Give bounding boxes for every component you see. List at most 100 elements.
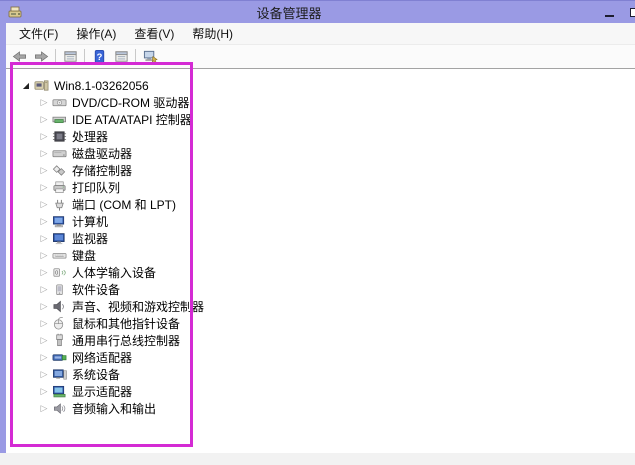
back-arrow-icon bbox=[12, 51, 26, 62]
expand-icon[interactable]: ▷ bbox=[38, 162, 50, 179]
ide-controller-icon bbox=[52, 112, 68, 127]
tree-root-item[interactable]: ◢ Win8.1-03262056 bbox=[6, 77, 635, 94]
expand-icon[interactable]: ▷ bbox=[38, 179, 50, 196]
computer-root-icon bbox=[34, 78, 50, 93]
tree-item[interactable]: ▷ 声音、视频和游戏控制器 bbox=[6, 298, 635, 315]
tree-item-label: DVD/CD-ROM 驱动器 bbox=[72, 96, 190, 110]
serial-port-icon bbox=[52, 197, 68, 212]
svg-text:0: 0 bbox=[55, 271, 58, 277]
tree-item[interactable]: ▷ 音频输入和输出 bbox=[6, 400, 635, 417]
tree-item-label: 通用串行总线控制器 bbox=[72, 334, 181, 348]
svg-text:?: ? bbox=[96, 52, 102, 62]
network-adapter-icon bbox=[52, 350, 68, 365]
tree-item[interactable]: ▷ 鼠标和其他指针设备 bbox=[6, 315, 635, 332]
dvd-drive-icon bbox=[52, 95, 68, 110]
expand-icon[interactable]: ▷ bbox=[38, 383, 50, 400]
menu-bar: 文件(F) 操作(A) 查看(V) 帮助(H) bbox=[6, 23, 635, 45]
tree-item-label: 监视器 bbox=[72, 232, 109, 246]
expand-icon[interactable]: ▷ bbox=[38, 145, 50, 162]
tree-item-label: 人体学输入设备 bbox=[72, 266, 157, 280]
tree-item[interactable]: ▷ 存储控制器 bbox=[6, 162, 635, 179]
menu-item-help[interactable]: 帮助(H) bbox=[183, 23, 242, 44]
tree-item-label: 磁盘驱动器 bbox=[72, 147, 133, 161]
expand-icon[interactable]: ▷ bbox=[38, 349, 50, 366]
tree-item-label: Win8.1-03262056 bbox=[54, 78, 149, 93]
expand-icon[interactable]: ▷ bbox=[38, 94, 50, 111]
expand-icon[interactable]: ▷ bbox=[38, 230, 50, 247]
tree-item[interactable]: ▷ 系统设备 bbox=[6, 366, 635, 383]
menu-item-view[interactable]: 查看(V) bbox=[125, 23, 183, 44]
tree-item[interactable]: ▷ IDE ATA/ATAPI 控制器 bbox=[6, 111, 635, 128]
maximize-icon bbox=[630, 8, 635, 17]
help-button[interactable]: ? bbox=[88, 47, 110, 67]
expand-icon[interactable]: ▷ bbox=[38, 400, 50, 417]
expand-icon[interactable]: ▷ bbox=[38, 281, 50, 298]
window-title: 设备管理器 bbox=[256, 5, 322, 21]
menu-item-file[interactable]: 文件(F) bbox=[10, 23, 67, 44]
title-bar[interactable]: 设备管理器 bbox=[0, 0, 635, 23]
window-body: 文件(F) 操作(A) 查看(V) 帮助(H) ? ◢ Win8.1-03262056 ▷… bbox=[0, 23, 635, 453]
tree-item[interactable]: ▷ 通用串行总线控制器 bbox=[6, 332, 635, 349]
expand-icon[interactable]: ▷ bbox=[38, 332, 50, 349]
print-queue-icon bbox=[52, 180, 68, 195]
window-list-icon bbox=[114, 51, 128, 62]
usb-icon bbox=[52, 333, 68, 348]
disk-drive-icon bbox=[52, 146, 68, 161]
tree-item-label: 系统设备 bbox=[72, 368, 121, 382]
forward-arrow-icon bbox=[34, 51, 48, 62]
back-button[interactable] bbox=[8, 47, 30, 67]
tree-item-label: 显示适配器 bbox=[72, 385, 133, 399]
tree-item[interactable]: ▷ 磁盘驱动器 bbox=[6, 145, 635, 162]
software-device-icon bbox=[52, 282, 68, 297]
expand-icon[interactable]: ▷ bbox=[38, 366, 50, 383]
tree-item[interactable]: ▷ 0 人体学输入设备 bbox=[6, 264, 635, 281]
window-controls bbox=[596, 1, 635, 24]
display-adapter-icon bbox=[52, 384, 68, 399]
maximize-button[interactable] bbox=[622, 1, 635, 24]
mouse-icon bbox=[52, 316, 68, 331]
keyboard-icon bbox=[52, 248, 68, 263]
tree-item-label: 端口 (COM 和 LPT) bbox=[72, 198, 176, 212]
expand-icon[interactable]: ▷ bbox=[38, 264, 50, 281]
console-tree-button[interactable] bbox=[59, 47, 81, 67]
tree-item[interactable]: ▷ DVD/CD-ROM 驱动器 bbox=[6, 94, 635, 111]
tree-item[interactable]: ▷ 计算机 bbox=[6, 213, 635, 230]
tree-item[interactable]: ▷ 网络适配器 bbox=[6, 349, 635, 366]
tree-item[interactable]: ▷ 处理器 bbox=[6, 128, 635, 145]
tree-item[interactable]: ▷ 监视器 bbox=[6, 230, 635, 247]
tree-item-label: 声音、视频和游戏控制器 bbox=[72, 300, 205, 314]
toolbar-separator bbox=[55, 48, 56, 65]
device-list-button[interactable] bbox=[110, 47, 132, 67]
expand-icon[interactable]: ▷ bbox=[38, 298, 50, 315]
scan-hardware-button[interactable] bbox=[139, 47, 161, 67]
device-tree[interactable]: ◢ Win8.1-03262056 ▷ DVD/CD-ROM 驱动器 ▷ IDE ATA/… bbox=[6, 69, 635, 417]
tree-item[interactable]: ▷ 软件设备 bbox=[6, 281, 635, 298]
tree-item-label: IDE ATA/ATAPI 控制器 bbox=[72, 113, 192, 127]
expand-icon[interactable]: ▷ bbox=[38, 196, 50, 213]
tree-item[interactable]: ▷ 显示适配器 bbox=[6, 383, 635, 400]
tree-item-label: 音频输入和输出 bbox=[72, 402, 157, 416]
toolbar: ? bbox=[6, 45, 635, 69]
audio-io-icon bbox=[52, 401, 68, 416]
storage-controller-icon bbox=[52, 163, 68, 178]
tree-item-label: 键盘 bbox=[72, 249, 97, 263]
expand-icon[interactable]: ▷ bbox=[38, 247, 50, 264]
tree-item[interactable]: ▷ 端口 (COM 和 LPT) bbox=[6, 196, 635, 213]
tree-item-label: 处理器 bbox=[72, 130, 109, 144]
collapse-icon[interactable]: ◢ bbox=[20, 77, 32, 94]
minimize-button[interactable] bbox=[596, 1, 622, 24]
monitor-icon bbox=[52, 231, 68, 246]
expand-icon[interactable]: ▷ bbox=[38, 315, 50, 332]
help-icon: ? bbox=[94, 49, 104, 64]
forward-button[interactable] bbox=[30, 47, 52, 67]
tree-item[interactable]: ▷ 键盘 bbox=[6, 247, 635, 264]
menu-item-action[interactable]: 操作(A) bbox=[67, 23, 125, 44]
system-device-icon bbox=[52, 367, 68, 382]
scan-computer-icon bbox=[143, 50, 158, 64]
expand-icon[interactable]: ▷ bbox=[38, 128, 50, 145]
expand-icon[interactable]: ▷ bbox=[38, 111, 50, 128]
sound-controller-icon bbox=[52, 299, 68, 314]
tree-item-label: 软件设备 bbox=[72, 283, 121, 297]
tree-item[interactable]: ▷ 打印队列 bbox=[6, 179, 635, 196]
expand-icon[interactable]: ▷ bbox=[38, 213, 50, 230]
